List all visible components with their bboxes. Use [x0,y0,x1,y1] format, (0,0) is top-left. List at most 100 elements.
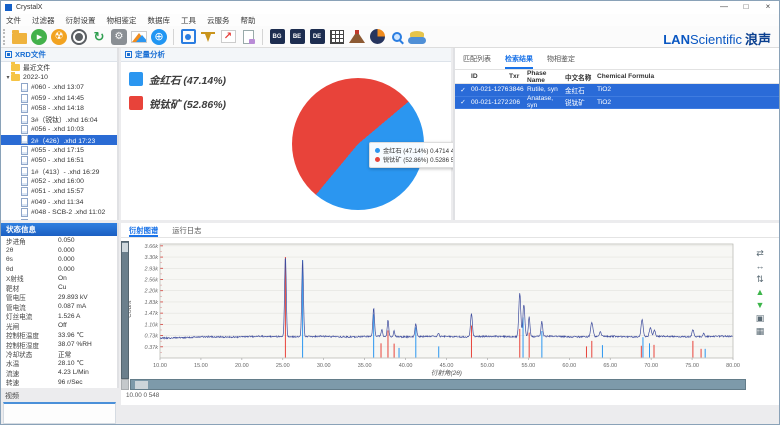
settings-icon[interactable]: ⚙ [110,28,128,45]
scale-up-icon[interactable]: ▲ [756,286,765,299]
svg-text:65.00: 65.00 [603,363,617,369]
file-icon [21,198,28,207]
status-value: 33.96 ℃ [58,331,84,339]
results-tab-1[interactable]: 匹配列表 [463,54,491,69]
tree-item-12[interactable]: #052 - .xhd 16:00 [1,176,117,186]
close-button[interactable]: × [757,1,779,13]
row-cell: 00-021-1276 [471,86,509,93]
menu-item-8[interactable]: 帮助 [241,15,256,26]
slider-corner [121,379,129,390]
file-icon [21,94,28,103]
results-tab-3[interactable]: 物相鉴定 [547,54,575,69]
grid-view-icon[interactable]: ▦ [756,325,765,338]
tree-item-8[interactable]: 2#（426）.xhd 17:23 [1,135,117,145]
trend-icon[interactable]: ↗ [219,28,237,45]
title-bar: CrystalX — □ × [1,1,780,14]
status-value: Off [58,322,67,329]
radiation-icon[interactable]: ☢ [50,28,68,45]
results-tabs: 匹配列表检索结果物相鉴定 [455,48,780,70]
svg-text:40.00: 40.00 [399,363,413,369]
diffraction-tab-1[interactable]: 衍射图谱 [129,226,158,237]
menu-item-5[interactable]: 数据库 [148,15,171,26]
status-row-10: 光闸Off [1,321,117,330]
row-cell: 206 [509,99,527,106]
file-icon [21,156,28,165]
quadrant-icon[interactable] [368,28,386,45]
search-icon[interactable] [388,28,406,45]
tree-item-7[interactable]: #056 - .xhd 10:03 [1,124,117,134]
tree-item-9[interactable]: #055 - .xhd 17:15 [1,145,117,155]
lattice-icon[interactable] [328,28,346,45]
zoom-horizontal-icon[interactable]: ↔ [756,260,765,273]
maximize-button[interactable]: □ [735,1,757,13]
status-value: 正常 [58,349,71,359]
doc-de-icon[interactable]: DE [308,28,326,45]
horizontal-range-slider[interactable] [130,379,746,390]
target-icon[interactable]: ⊕ [150,28,168,45]
menu-item-3[interactable]: 衍射设置 [66,15,96,26]
results-row-2[interactable]: ✓00-021-1272206Anatase, syn锐钛矿TiO2 [455,97,780,110]
xrd-files-title: XRD文件 [15,49,46,60]
tree-item-1[interactable]: 最近文件 [1,62,117,72]
minimize-button[interactable]: — [713,1,735,13]
status-value: 0.087 mA [58,303,86,310]
menu-item-7[interactable]: 云服务 [207,15,230,26]
tree-item-label: 2022-10 [23,74,48,81]
pan-vertical-icon[interactable]: ⇅ [756,273,764,286]
balance-scale-icon[interactable] [199,28,217,45]
mountain-icon[interactable] [348,28,366,45]
pan-horizontal-icon[interactable]: ⇄ [756,247,764,260]
status-row-2: 2θ0.000 [1,245,117,254]
area-chart-icon[interactable] [130,28,148,45]
window-title: CrystalX [16,4,42,11]
results-tab-2[interactable]: 检索结果 [505,54,533,69]
status-row-16: 转速96 r/Sec [1,378,117,387]
tree-item-label: 2#（426）.xhd 17:23 [31,135,95,145]
tree-item-15[interactable]: #048 - SCB-2 .xhd 11:02 [1,207,117,217]
tree-item-5[interactable]: #058 - .xhd 14:18 [1,104,117,114]
scale-down-icon[interactable]: ▼ [756,299,765,312]
toolbar-grip[interactable] [3,29,7,45]
results-row-1[interactable]: ✓00-021-12763846Rutile, syn金红石TiO2 [455,84,780,97]
tree-item-13[interactable]: #051 - .xhd 15:57 [1,187,117,197]
menu-item-6[interactable]: 工具 [181,15,196,26]
status-value: 0.000 [58,256,75,263]
tree-item-11[interactable]: 1#（413）- .xhd 16:29 [1,166,117,176]
play-icon[interactable]: ▶ [30,28,48,45]
slider-readout: 10.00 0 548 [126,392,159,399]
vertical-range-slider[interactable] [121,241,129,379]
tree-item-10[interactable]: #050 - .xhd 16:51 [1,156,117,166]
doc-bg-icon[interactable]: BG [268,28,286,45]
horizontal-slider-handle[interactable] [135,381,148,389]
status-value: 0.050 [58,237,75,244]
refresh-icon[interactable]: ↻ [90,28,108,45]
diffraction-tab-2[interactable]: 运行日志 [172,226,201,237]
brand-cn: 浪声 [745,32,771,47]
svg-text:80.00: 80.00 [726,363,740,369]
tree-item-4[interactable]: #059 - .xhd 14:45 [1,93,117,103]
menu-item-4[interactable]: 物相鉴定 [107,15,137,26]
tree-item-6[interactable]: 3#（锐钛）.xhd 16:04 [1,114,117,124]
tree-item-2[interactable]: ▾2022-10 [1,72,117,82]
vertical-slider-handle[interactable] [122,243,128,252]
tree-item-label: #058 - .xhd 14:18 [31,105,84,112]
shutter-icon[interactable] [70,28,88,45]
database-cloud-icon[interactable] [408,28,426,45]
tree-item-3[interactable]: #060 - .xhd 13:07 [1,83,117,93]
tree-item-14[interactable]: #049 - .xhd 11:34 [1,197,117,207]
diffraction-chart[interactable]: 0.37k0.73k1.10k1.47k1.83k2.20k2.56k2.93k… [121,241,780,377]
video-preview-box[interactable] [3,402,116,424]
row-cell: 金红石 [565,85,597,95]
status-row-7: 管电压29.893 kV [1,293,117,302]
menu-item-2[interactable]: 过滤器 [32,15,55,26]
tree-item-16[interactable]: #034 - SCB-2.xhd 10:52 [1,218,117,220]
doc-lock-icon[interactable] [239,28,257,45]
open-folder-icon[interactable] [10,28,28,45]
menu-item-1[interactable]: 文件 [6,15,21,26]
svg-text:3.66k: 3.66k [145,244,159,250]
svg-text:15.00: 15.00 [194,363,208,369]
doc-be-icon[interactable]: BE [288,28,306,45]
status-row-3: θs0.000 [1,255,117,264]
fit-view-icon[interactable]: ▣ [756,312,765,325]
scan-icon[interactable] [179,28,197,45]
